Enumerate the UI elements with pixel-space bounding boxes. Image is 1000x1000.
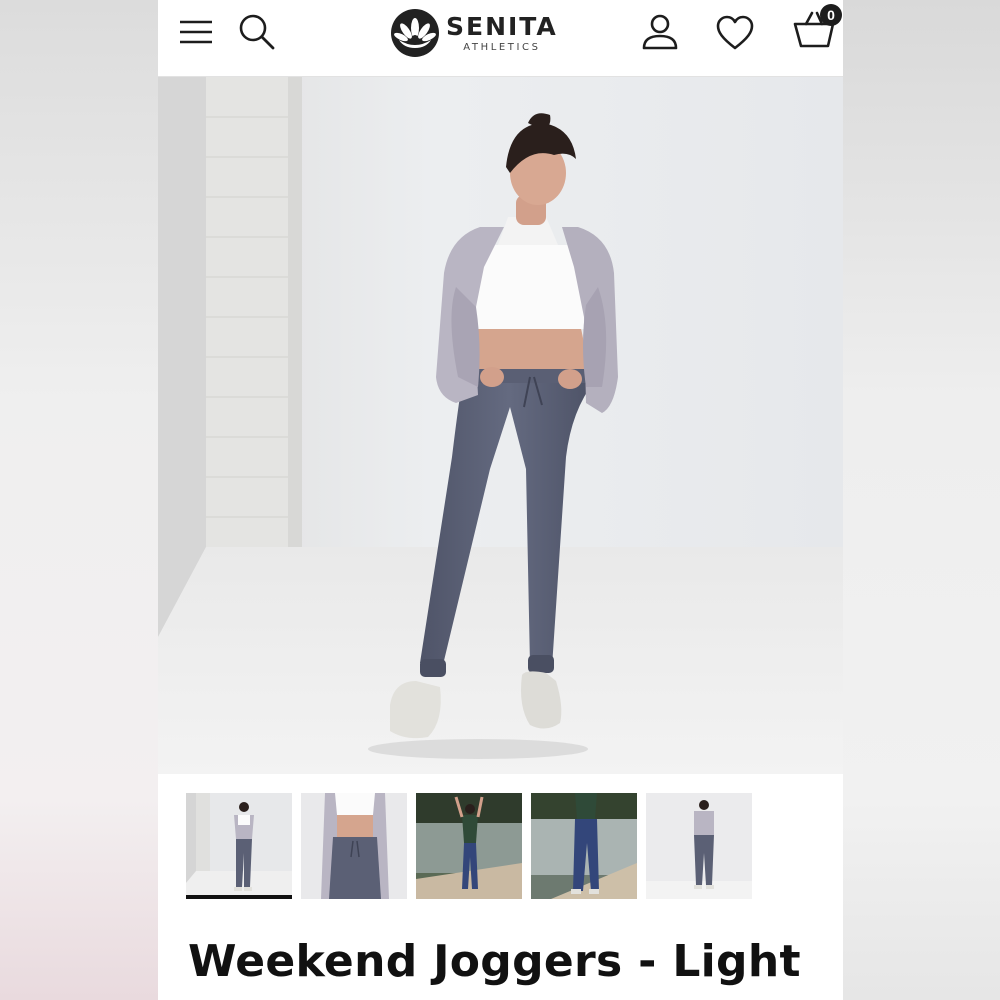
thumbnail-4[interactable]: [531, 793, 637, 899]
thumbnail-2[interactable]: [301, 793, 407, 899]
site-header: SENITA ATHLETICS 0: [158, 0, 843, 77]
thumbnail-3-image: [416, 793, 522, 899]
thumbnail-5-image: [646, 793, 752, 899]
product-photo-illustration: [158, 77, 843, 774]
brand-subtitle: ATHLETICS: [463, 41, 541, 53]
thumbnail-1-image: [186, 793, 292, 899]
search-button[interactable]: [236, 12, 278, 52]
left-backdrop: [0, 0, 158, 1000]
product-title: Weekend Joggers - Light: [188, 936, 801, 987]
brand-wordmark: SENITA ATHLETICS: [446, 11, 558, 54]
menu-button[interactable]: [176, 14, 216, 50]
wishlist-button[interactable]: [714, 14, 756, 52]
account-button[interactable]: [640, 12, 680, 52]
thumbnail-5[interactable]: [646, 793, 752, 899]
lotus-logo-icon: [391, 9, 439, 57]
thumbnail-1[interactable]: [186, 793, 292, 899]
thumbnail-strip: [158, 774, 843, 904]
main-product-image[interactable]: [158, 77, 843, 774]
brand-name: SENITA: [446, 11, 558, 41]
user-icon: [642, 14, 678, 50]
hamburger-menu-icon: [180, 20, 212, 44]
thumbnail-2-image: [301, 793, 407, 899]
cart-count-badge: 0: [820, 4, 842, 26]
product-page: SENITA ATHLETICS 0 Weekend Joggers - Lig…: [158, 0, 843, 1000]
thumbnail-3[interactable]: [416, 793, 522, 899]
search-icon: [239, 14, 275, 50]
heart-icon: [716, 15, 754, 50]
right-backdrop: [843, 0, 1000, 1000]
thumbnail-4-image: [531, 793, 637, 899]
brand-logo[interactable]: SENITA ATHLETICS: [390, 5, 572, 61]
